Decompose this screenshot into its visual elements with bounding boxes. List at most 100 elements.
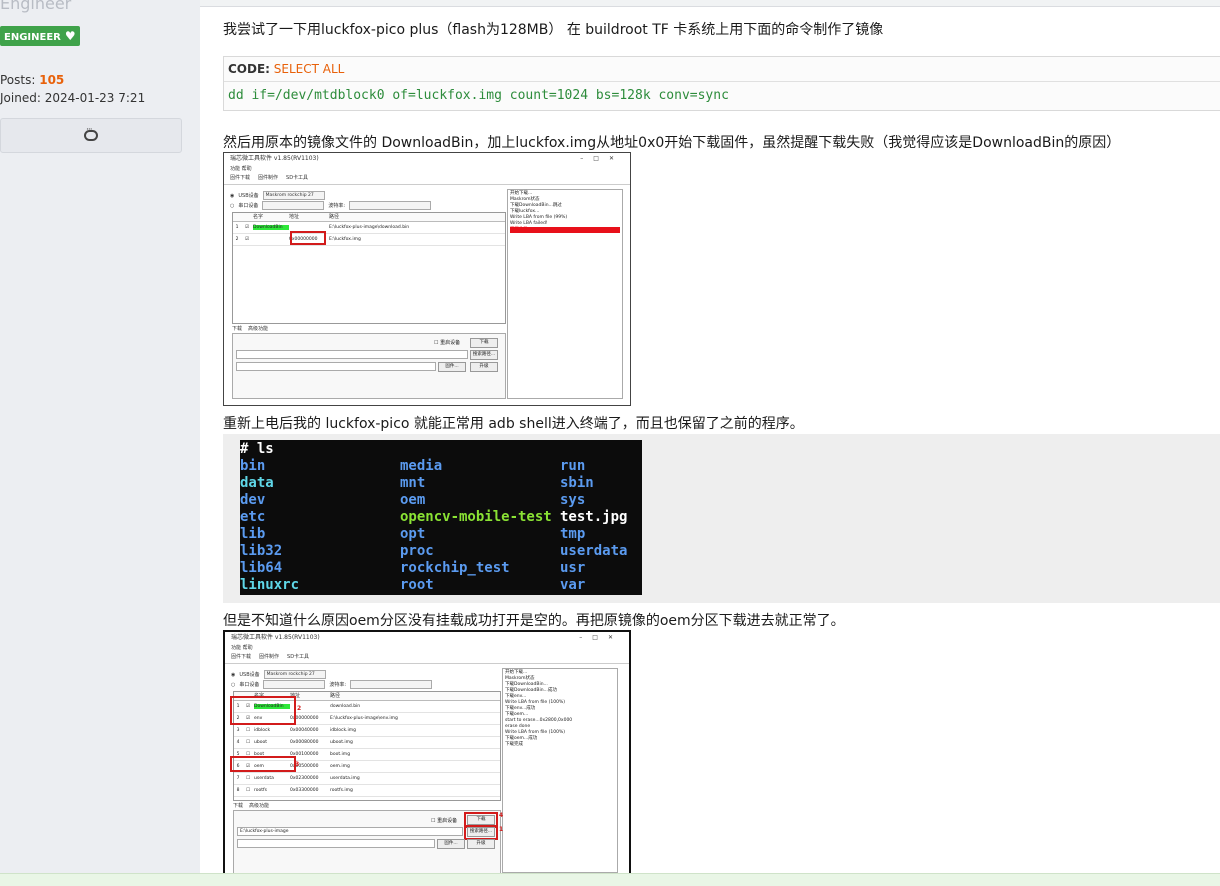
shot1-hdr-addr: 地址 — [289, 214, 300, 220]
shot2-log-pane: 开始下载... Maskrom状态 下载DownloadBin... 下载Downlo… — [502, 668, 618, 873]
shot2-upgrade-button: 升级 — [467, 839, 495, 849]
terminal-entry: data — [240, 475, 274, 491]
shot1-tab-make: 固件制作 — [258, 175, 279, 181]
shot1-search-button: 搜索路径... — [470, 350, 498, 360]
shot2-row-path: E:\luckfox-plus-image\env.img — [330, 716, 398, 721]
select-all-link[interactable]: SELECT ALL — [274, 62, 345, 76]
shot1-reboot-label: 重启设备 — [440, 340, 461, 346]
shot1-firmware-button: 固件... — [438, 362, 466, 372]
shot2-tab-sd: SD卡工具 — [287, 654, 310, 660]
shot1-row-num: 1 — [235, 225, 239, 230]
shot2-row-num: 4 — [236, 740, 240, 745]
shot2-lower-tab: 下载 — [233, 803, 244, 809]
tool-screenshot-1[interactable]: 瑞芯微工具软件 v1.85(RV1103) –□✕ 功能 帮助 固件下载 固件制作… — [223, 152, 631, 406]
shot1-usb-row: ◉ USB设备 Maskrom rockchip 27 — [230, 191, 325, 200]
post-paragraph-2: 然后用原本的镜像文件的 DownloadBin，加上luckfox.img从地址… — [223, 135, 1121, 151]
posts-count[interactable]: 105 — [39, 73, 64, 87]
terminal-entry: run — [560, 458, 586, 474]
shot2-row-name: userdata — [254, 776, 274, 781]
tool-screenshot-2[interactable]: 瑞芯微工具软件 v1.85(RV1103) –□✕ 功能 帮助 固件下载 固件制作… — [223, 630, 631, 875]
terminal-entry: etc — [240, 509, 266, 525]
shot1-baud-label: 波特率: — [328, 203, 346, 209]
shot2-marker: 4 — [499, 812, 504, 819]
shot2-row-addr: 0x00000000 — [290, 716, 319, 721]
shot2-row-path: download.bin — [330, 704, 361, 709]
shot1-serial-row: ○ 串口设备 波特率: — [230, 201, 432, 210]
terminal-entry: dev — [240, 492, 266, 508]
shot2-path-field: E:\luckfox-plus-image — [237, 827, 463, 836]
shot2-lower-tab: 高级功能 — [249, 803, 270, 809]
contact-button[interactable] — [0, 118, 182, 153]
shot2-row-addr: 0x02300000 — [290, 776, 319, 781]
shot2-titlebar: 瑞芯微工具软件 v1.85(RV1103) –□✕ — [225, 632, 629, 644]
shot1-tabs: 固件下载 固件制作 SD卡工具 — [224, 174, 630, 185]
code-header: CODE: SELECT ALL — [224, 57, 1220, 82]
shot1-grid-row: 1 ☑ DownloadBin E:\luckfox-plus-image\downl… — [233, 222, 505, 234]
shot2-grid-row: 3 ☐ idblock 0x00040000 idblock.img — [234, 725, 500, 737]
shot2-row-name: rootfs — [254, 788, 267, 793]
shot2-row-path: idblock.img — [330, 728, 356, 733]
shot1-hdr-path: 路径 — [329, 214, 340, 220]
shot2-highlight-oem — [230, 756, 296, 772]
shot2-hdr-path: 路径 — [330, 693, 341, 699]
shot2-serial-dropdown — [263, 680, 326, 689]
shot2-row-addr: 0x00080000 — [290, 740, 319, 745]
window-controls-icon: –□✕ — [580, 155, 624, 162]
shot2-hdr-addr: 地址 — [290, 693, 301, 699]
joined-date: 2024-01-23 7:21 — [44, 91, 146, 105]
shot1-row-num: 2 — [235, 237, 239, 242]
shot1-log-pane: 开始下载... Maskrom状态 下载DownloadBin...跳过 下载l… — [507, 189, 623, 399]
terminal-entry: linuxrc — [240, 577, 300, 593]
shot1-hdr-name: 名字 — [253, 214, 264, 220]
terminal-entry: rockchip_test — [400, 560, 510, 576]
posts-label: Posts: — [0, 73, 36, 87]
code-text[interactable]: dd if=/dev/mtdblock0 of=luckfox.img coun… — [224, 82, 1220, 109]
shot1-highlight-box — [290, 231, 326, 245]
shot1-row-path: E:\luckfox.img — [329, 237, 361, 242]
shot2-grid-row: 8 ☐ rootfs 0x03300000 rootfs.img — [234, 785, 500, 797]
shot1-menubar: 功能 帮助 — [230, 166, 252, 172]
rank-badge: ENGINEER ♥ — [0, 26, 80, 46]
rank-badge-label: ENGINEER — [4, 32, 61, 43]
shot2-grid-row: 4 ☐ uboot 0x00080000 uboot.img — [234, 737, 500, 749]
shot1-usb-dropdown: Maskrom rockchip 27 — [262, 191, 325, 200]
code-block: CODE: SELECT ALL dd if=/dev/mtdblock0 of… — [223, 56, 1220, 111]
shot1-fw-field — [236, 362, 436, 371]
shot2-reboot-check: ☐ 重启设备 — [431, 818, 458, 824]
shot2-row-addr: 0x03300000 — [290, 788, 319, 793]
shot1-lower-tabs: 下载 高级功能 — [232, 325, 268, 332]
chat-bubble-icon — [84, 125, 98, 141]
shot2-marker: 2 — [297, 705, 302, 712]
terminal-entry: lib32 — [240, 543, 283, 559]
shot1-serial-dropdown — [262, 201, 325, 210]
checkbox-icon: ☐ — [245, 728, 251, 733]
shot2-row-num: 3 — [236, 728, 240, 733]
checkbox-icon: ☐ — [245, 788, 251, 793]
terminal-entry: userdata — [560, 543, 628, 559]
shot1-reboot-check: ☐ 重启设备 — [434, 340, 461, 346]
shot1-grid-header: 名字 地址 路径 — [233, 213, 505, 222]
checkbox-icon: ☐ — [245, 776, 251, 781]
shot1-path-field — [236, 350, 468, 359]
shot1-title: 瑞芯微工具软件 v1.85(RV1103) — [230, 155, 319, 162]
shot2-row-num: 7 — [236, 776, 240, 781]
shot2-baud-dropdown — [350, 680, 433, 689]
shot1-lower-tab: 高级功能 — [248, 326, 269, 332]
terminal-entry: mnt — [400, 475, 426, 491]
shot1-grid-row: 2 ☑ 0x00000000 E:\luckfox.img — [233, 234, 505, 246]
shot1-row-name: DownloadBin — [253, 225, 289, 230]
post-paragraph-1: 我尝试了一下用luckfox-pico plus（flash为128MB） 在 … — [223, 22, 884, 38]
shot2-reboot-label: 重启设备 — [437, 818, 458, 824]
shot2-tabs: 固件下载 固件制作 SD卡工具 — [225, 653, 629, 664]
shot1-lower-tab: 下载 — [232, 326, 243, 332]
shot1-titlebar: 瑞芯微工具软件 v1.85(RV1103) –□✕ — [224, 153, 630, 165]
shot2-row-path: boot.img — [330, 752, 351, 757]
shot1-log-error: 下载失败 — [510, 227, 620, 233]
shot1-tab-sd: SD卡工具 — [286, 175, 309, 181]
shot1-baud-dropdown — [349, 201, 432, 210]
shot2-lower-tabs: 下载 高级功能 — [233, 802, 269, 809]
checkbox-icon: ☐ — [245, 740, 251, 745]
shot2-row-path: uboot.img — [330, 740, 353, 745]
shot2-row-path: rootfs.img — [330, 788, 353, 793]
shot1-partition-grid: 名字 地址 路径 1 ☑ DownloadBin E:\luckfox-plus-imag… — [232, 212, 506, 324]
